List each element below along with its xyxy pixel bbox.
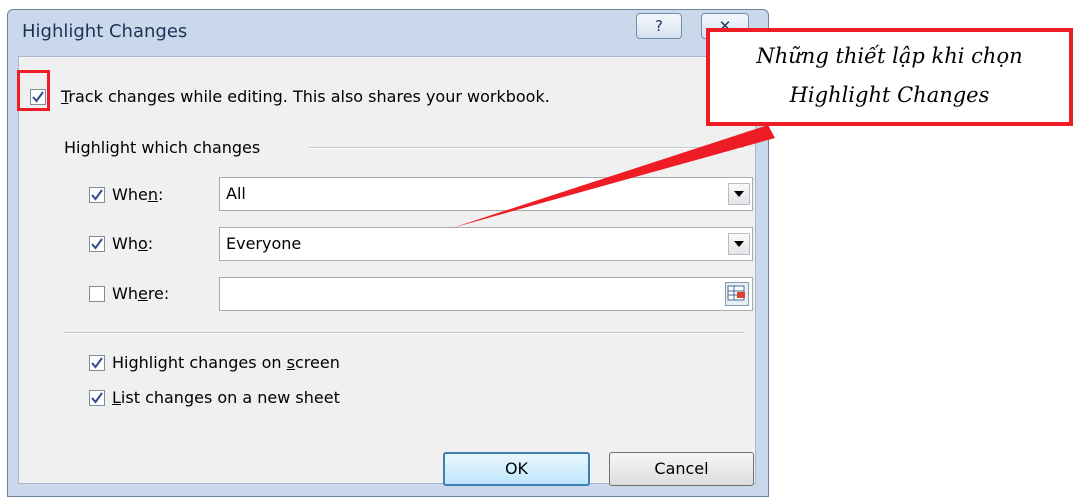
annotation-line-1: Những thiết lập khi chọn (756, 44, 1023, 68)
annotation-callout: Những thiết lập khi chọn Highlight Chang… (706, 28, 1073, 126)
annotation-line-2: Highlight Changes (789, 83, 990, 107)
